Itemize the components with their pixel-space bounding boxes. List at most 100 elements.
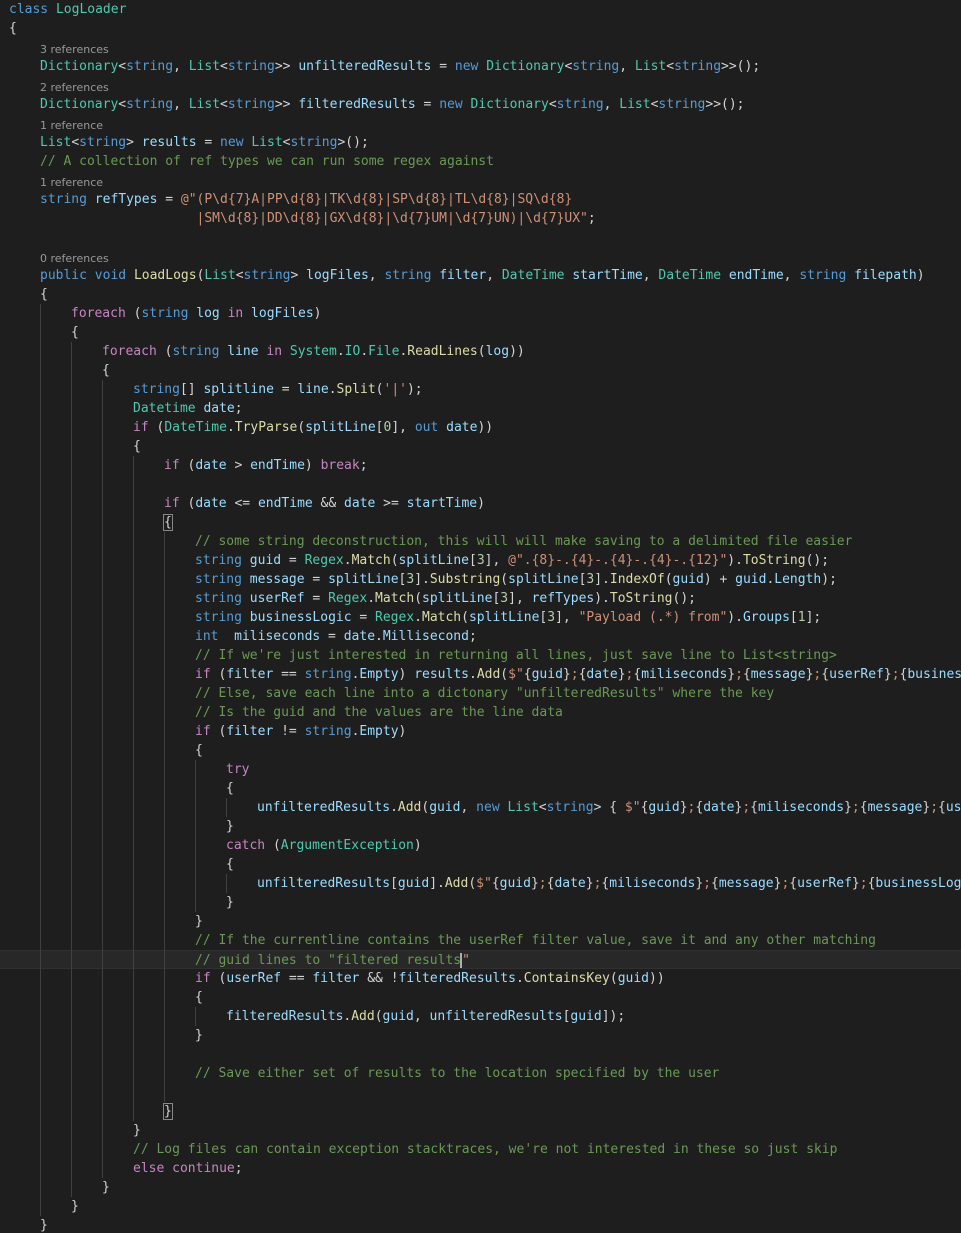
code-line[interactable]: { (0, 361, 961, 380)
code-line[interactable]: if (userRef == filter && !filteredResult… (0, 969, 961, 988)
indent-guide (102, 380, 103, 399)
code-line[interactable]: unfilteredResults.Add(guid, new List<str… (0, 798, 961, 817)
code-line-blank[interactable] (0, 1083, 961, 1102)
code-line[interactable]: { (0, 323, 961, 342)
code-token: class (9, 2, 49, 17)
code-token: splitLine (468, 610, 540, 625)
code-line[interactable]: string businessLogic = Regex.Match(split… (0, 608, 961, 627)
code-line[interactable]: string guid = Regex.Match(splitLine[3], … (0, 551, 961, 570)
code-token: } (226, 895, 234, 910)
code-line[interactable]: // Is the guid and the values are the li… (0, 703, 961, 722)
code-token: ( (374, 1009, 383, 1024)
code-token: >> (274, 97, 299, 112)
codelens-label[interactable]: 1 reference (40, 176, 103, 189)
code-line[interactable]: foreach (string log in logFiles) (0, 304, 961, 323)
indent-guide (133, 779, 134, 798)
indent-guide (102, 1064, 103, 1083)
code-line[interactable]: string[] splitline = line.Split('|'); (0, 380, 961, 399)
code-line[interactable]: { (0, 19, 961, 38)
code-line[interactable]: Datetime date; (0, 399, 961, 418)
code-line[interactable]: { (0, 513, 961, 532)
code-token: { (523, 667, 532, 682)
code-token: ( (179, 458, 196, 473)
code-token: ; (587, 211, 596, 226)
codelens-references[interactable]: 1 reference (0, 175, 961, 190)
code-line[interactable]: } (0, 1178, 961, 1197)
code-line[interactable]: Dictionary<string, List<string>> unfilte… (0, 57, 961, 76)
indent-guide (164, 874, 165, 893)
code-line[interactable]: { (0, 285, 961, 304)
code-line[interactable]: string message = splitLine[3].Substring(… (0, 570, 961, 589)
code-token: line (227, 344, 259, 359)
code-line[interactable]: List<string> results = new List<string>(… (0, 133, 961, 152)
code-token: ) (398, 667, 415, 682)
code-line[interactable]: // If we're just interested in returning… (0, 646, 961, 665)
code-line[interactable]: } (0, 817, 961, 836)
code-line[interactable]: if (date > endTime) break; (0, 456, 961, 475)
indent-guide (133, 532, 134, 551)
code-line[interactable]: filteredResults.Add(guid, unfilteredResu… (0, 1007, 961, 1026)
code-line[interactable]: unfilteredResults[guid].Add($"{guid};{da… (0, 874, 961, 893)
codelens-references[interactable]: 3 references (0, 42, 961, 57)
code-line[interactable]: } (0, 1216, 961, 1233)
codelens-label[interactable]: 0 references (40, 252, 109, 265)
code-line[interactable]: catch (ArgumentException) (0, 836, 961, 855)
indent-guide (133, 722, 134, 741)
code-line[interactable]: // guid lines to "filtered results" (0, 950, 961, 969)
indent-guide (133, 1045, 134, 1064)
code-line[interactable]: if (DateTime.TryParse(splitLine[0], out … (0, 418, 961, 437)
code-line[interactable]: } (0, 1121, 961, 1140)
code-line[interactable]: string refTypes = @"(P\d{7}A|PP\d{8}|TK\… (0, 190, 961, 209)
code-line[interactable]: } (0, 1026, 961, 1045)
code-token: ) (413, 838, 422, 853)
code-line[interactable]: } (0, 912, 961, 931)
indent-guide (71, 1083, 72, 1102)
code-line[interactable]: |SM\d{8}|DD\d{8}|GX\d{8}|\d{7}UM|\d{7}UN… (0, 209, 961, 228)
code-line-blank[interactable] (0, 475, 961, 494)
code-token: ]. (429, 876, 445, 891)
codelens-references[interactable]: 1 reference (0, 118, 961, 133)
code-line[interactable]: // Else, save each line into a dictonary… (0, 684, 961, 703)
code-line-blank[interactable] (0, 228, 961, 247)
code-line[interactable]: { (0, 437, 961, 456)
code-line[interactable]: Dictionary<string, List<string>> filtere… (0, 95, 961, 114)
code-token: } (585, 876, 594, 891)
code-line[interactable]: class LogLoader (0, 0, 961, 19)
code-line[interactable]: // A collection of ref types we can run … (0, 152, 961, 171)
code-line[interactable]: try (0, 760, 961, 779)
code-token: { (821, 667, 830, 682)
indent-guide (164, 798, 165, 817)
codelens-label[interactable]: 2 references (40, 81, 109, 94)
codelens-references[interactable]: 0 references (0, 251, 961, 266)
code-line-blank[interactable] (0, 1045, 961, 1064)
code-line[interactable]: // some string deconstruction, this will… (0, 532, 961, 551)
code-line[interactable]: public void LoadLogs(List<string> logFil… (0, 266, 961, 285)
code-line[interactable]: if (filter == string.Empty) results.Add(… (0, 665, 961, 684)
code-line[interactable]: if (date <= endTime && date >= startTime… (0, 494, 961, 513)
codelens-references[interactable]: 2 references (0, 80, 961, 95)
code-token: , (783, 268, 800, 283)
code-token: ; (570, 667, 579, 682)
code-line[interactable]: // If the currentline contains the userR… (0, 931, 961, 950)
codelens-label[interactable]: 3 references (40, 43, 109, 56)
code-line[interactable]: string userRef = Regex.Match(splitLine[3… (0, 589, 961, 608)
code-line[interactable]: if (filter != string.Empty) (0, 722, 961, 741)
code-line[interactable]: int miliseconds = date.Millisecond; (0, 627, 961, 646)
code-line[interactable]: else continue; (0, 1159, 961, 1178)
code-line[interactable]: { (0, 855, 961, 874)
code-token: } (679, 800, 688, 815)
code-line[interactable]: } (0, 1197, 961, 1216)
code-line[interactable]: // Log files can contain exception stack… (0, 1140, 961, 1159)
code-line[interactable]: // Save either set of results to the loc… (0, 1064, 961, 1083)
code-line[interactable]: foreach (string line in System.IO.File.R… (0, 342, 961, 361)
code-editor[interactable]: class LogLoader{3 references Dictionary<s… (0, 0, 961, 1233)
codelens-label[interactable]: 1 reference (40, 119, 103, 132)
code-line[interactable]: } (0, 893, 961, 912)
code-line[interactable]: { (0, 779, 961, 798)
code-line[interactable]: { (0, 988, 961, 1007)
code-token: . (343, 553, 352, 568)
indent-guide (133, 513, 134, 532)
code-line[interactable]: { (0, 741, 961, 760)
code-line[interactable]: } (0, 1102, 961, 1121)
code-token: . (226, 420, 235, 435)
